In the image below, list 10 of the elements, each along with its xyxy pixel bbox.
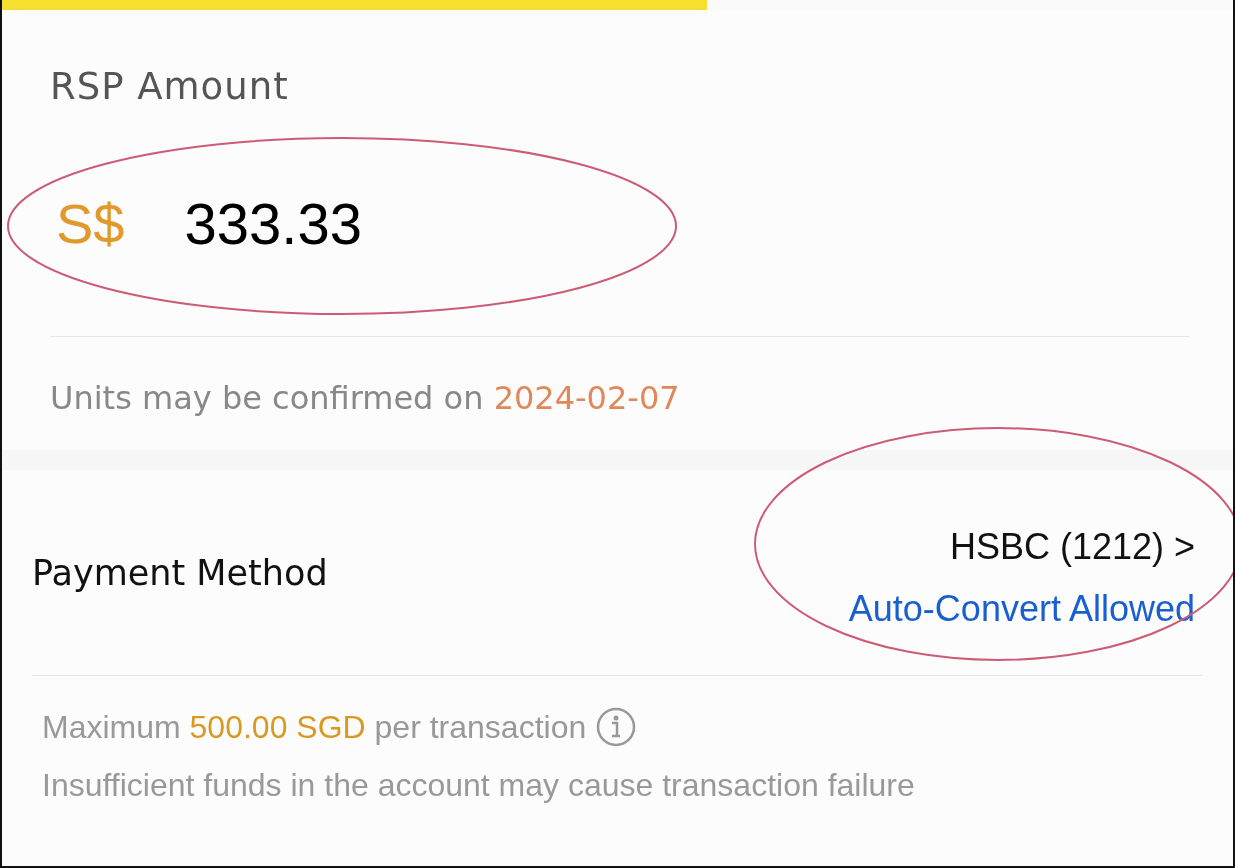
info-icon[interactable] bbox=[596, 707, 637, 747]
limit-note: Insufficient funds in the account may cause transaction failure bbox=[42, 766, 915, 804]
auto-convert-status: Auto-Convert Allowed bbox=[848, 587, 1195, 630]
currency-symbol: S$ bbox=[56, 190, 125, 256]
amount-value: 333.33 bbox=[184, 189, 362, 257]
account-link[interactable]: HSBC (1212) > bbox=[949, 525, 1195, 568]
amount-label: RSP Amount bbox=[50, 65, 290, 108]
confirmation-note: Units may be confirmed on 2024-02-07 bbox=[50, 379, 681, 417]
payment-method-label: Payment Method bbox=[32, 552, 328, 593]
limit-note: Maximum 500.00 SGD per transaction bbox=[42, 708, 587, 746]
